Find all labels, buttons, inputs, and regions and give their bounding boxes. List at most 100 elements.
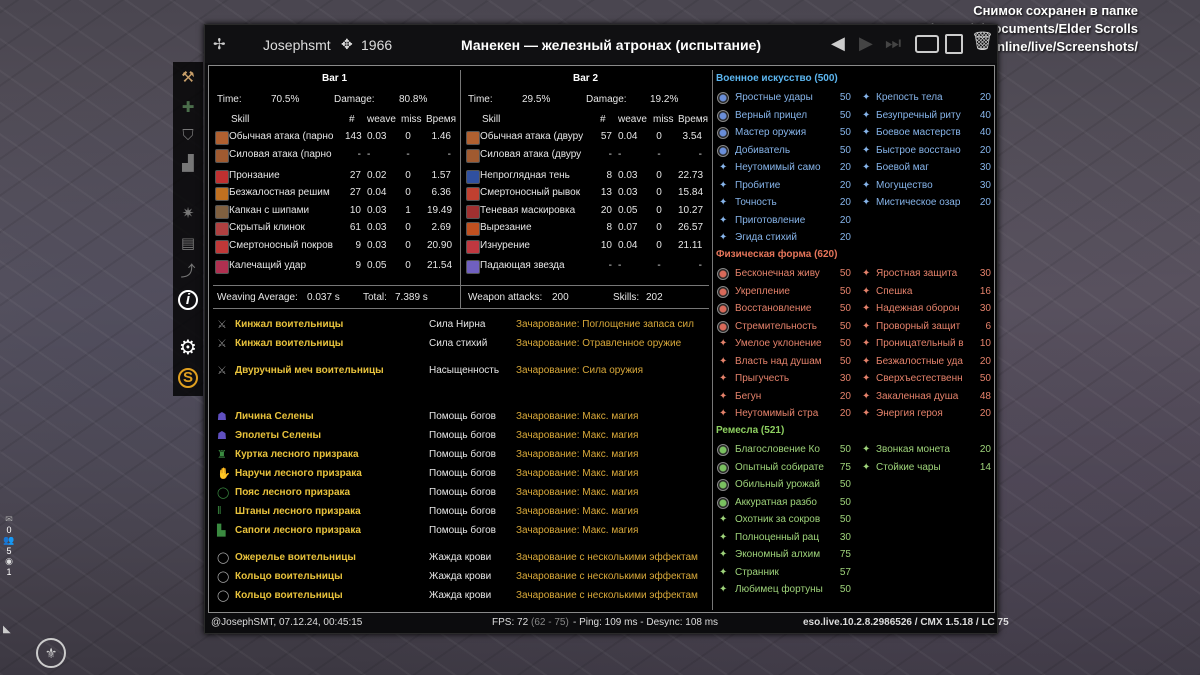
cp-skill-name: Сверхъестественн: [876, 373, 963, 384]
chest-icon: ♜: [217, 449, 227, 461]
cp-skill-name: Боевой маг: [876, 162, 929, 173]
gear-enchant: Зачарование: Макс. магия: [516, 449, 639, 460]
bar-footer-divider: [213, 285, 709, 286]
group-count: 5: [6, 546, 12, 556]
cp-skill-value: 30: [979, 179, 991, 191]
cp-passive-star-icon: ✦: [862, 461, 871, 473]
skill-miss: 0: [656, 240, 662, 251]
shield-icon[interactable]: ⛉: [178, 126, 198, 146]
cp-skill-value: 50: [839, 355, 851, 367]
cp-skill-value: 75: [839, 549, 851, 560]
cp-skill-name: Пробитие: [735, 179, 781, 191]
skill-miss: 0: [405, 240, 411, 251]
skill-count: 10: [600, 240, 612, 251]
bar1-col-miss: miss: [401, 114, 422, 125]
gear-enchant: Зачарование: Отравленное оружие: [516, 338, 682, 349]
gear-name: Ожерелье воительницы: [235, 552, 356, 563]
cp-skill-value: 20: [839, 197, 851, 208]
skill-count: 9: [355, 240, 361, 251]
cp-skill-value: 20: [979, 408, 991, 419]
gear-trait: Жажда крови: [429, 571, 492, 582]
cp-skill-value: 50: [839, 496, 851, 508]
skill-count: 57: [600, 131, 612, 142]
settings-gear-icon[interactable]: ⚙: [178, 338, 198, 358]
cp-skill-name: Могущество: [876, 179, 933, 191]
healing-icon[interactable]: ✚: [178, 98, 198, 118]
skill-icon: [466, 240, 480, 254]
footer-version: eso.live.10.2.8.2986526 / CMX 1.5.18 / L…: [803, 617, 1009, 628]
footer-user-time: @JosephSMT, 07.12.24, 00:45:15: [211, 617, 363, 628]
total-value: 7.389 s: [395, 292, 428, 303]
cp-skill-name: Мистическое озар: [876, 197, 961, 208]
skill-s-icon[interactable]: S: [178, 368, 198, 388]
column-divider: [712, 70, 713, 610]
upload-icon[interactable]: [915, 35, 939, 53]
cp-skill-value: 20: [839, 179, 851, 191]
cp-passive-star-icon: ✦: [862, 162, 871, 173]
compass-emblem-icon: ⚜: [36, 638, 66, 668]
gear-enchant: Зачарование с несколькими эффектам: [516, 590, 698, 601]
graph-icon[interactable]: ▟: [178, 154, 198, 174]
bar1-col-count: #: [349, 114, 355, 125]
cp-skill-name: Энергия героя: [876, 408, 943, 419]
bar2-label: Bar 2: [573, 73, 599, 84]
gear-name: Кольцо воительницы: [235, 590, 343, 601]
ring-icon: ◯: [217, 571, 230, 583]
cp-skill-value: 50: [839, 479, 851, 490]
cp-passive-star-icon: ✦: [862, 338, 871, 349]
cp-skill-name: Приготовление: [735, 214, 806, 226]
sword-icon: ⚔: [217, 365, 227, 377]
skill-miss: 0: [405, 131, 411, 142]
delete-trash-icon[interactable]: 🗑: [971, 31, 994, 52]
skill-time: 10.27: [678, 205, 704, 216]
skill-name: Калечащий удар: [229, 260, 307, 271]
collapse-arrow-icon[interactable]: ◣: [3, 624, 11, 635]
mail-count: 0: [6, 525, 12, 535]
cp-slotted-star-icon: [717, 303, 729, 315]
gear-name: Личина Селены: [235, 411, 314, 422]
cp-skill-name: Быстрое восстано: [876, 144, 961, 156]
next-fight-icon[interactable]: ▶: [859, 33, 873, 54]
cp-skill-name: Верный прицел: [735, 109, 808, 121]
cp-skill-name: Стремительность: [735, 320, 818, 332]
cp-passive-star-icon: ✦: [862, 408, 871, 419]
cp-passive-star-icon: ✦: [719, 566, 728, 578]
gear-name: Штаны лесного призрака: [235, 506, 361, 517]
cp-skill-name: Бесконечная живу: [735, 268, 820, 279]
bar2-col-skill: Skill: [482, 114, 501, 125]
skill-time: -: [698, 149, 702, 160]
skill-weave: 0.02: [367, 170, 387, 181]
skill-time: 1.57: [431, 170, 451, 181]
skill-time: 26.57: [678, 222, 704, 233]
chat-icon: ◉: [5, 556, 13, 566]
book-icon[interactable]: ▤: [178, 234, 198, 254]
skill-time: 6.36: [431, 187, 451, 198]
skill-count: -: [608, 260, 612, 271]
cp-skill-name: Добиватель: [735, 144, 791, 156]
bar1-col-skill: Skill: [231, 114, 250, 125]
cp-skill-value: 57: [839, 566, 851, 578]
star-burst-icon[interactable]: ✷: [178, 204, 198, 224]
save-icon[interactable]: [945, 34, 963, 54]
fight-list-icon[interactable]: ⚒: [178, 68, 198, 88]
trend-icon[interactable]: ⤴: [178, 262, 198, 282]
dagger-icon: ⚔: [217, 338, 227, 350]
bar-gear-divider: [213, 308, 709, 309]
skill-miss: 0: [656, 205, 662, 216]
info-icon[interactable]: i: [178, 290, 198, 310]
shoulder-icon: ☗: [217, 430, 227, 442]
skill-name: Смертоносный покров: [229, 240, 333, 251]
skill-count: 8: [606, 170, 612, 181]
skill-icon: [215, 260, 229, 274]
skill-name: Вырезание: [480, 222, 532, 233]
previous-fight-icon[interactable]: ◀: [831, 33, 845, 54]
belt-icon: ◯: [217, 487, 230, 499]
last-fight-icon[interactable]: ⏭: [885, 33, 901, 54]
skill-time: 2.69: [431, 222, 451, 233]
gear-trait: Насыщенность: [429, 365, 500, 376]
gear-enchant: Зачарование: Макс. магия: [516, 525, 639, 536]
skill-time: 1.46: [431, 131, 451, 142]
skill-weave: 0.04: [618, 131, 638, 142]
gear-name: Эполеты Селены: [235, 430, 322, 441]
skill-miss: -: [657, 149, 661, 160]
